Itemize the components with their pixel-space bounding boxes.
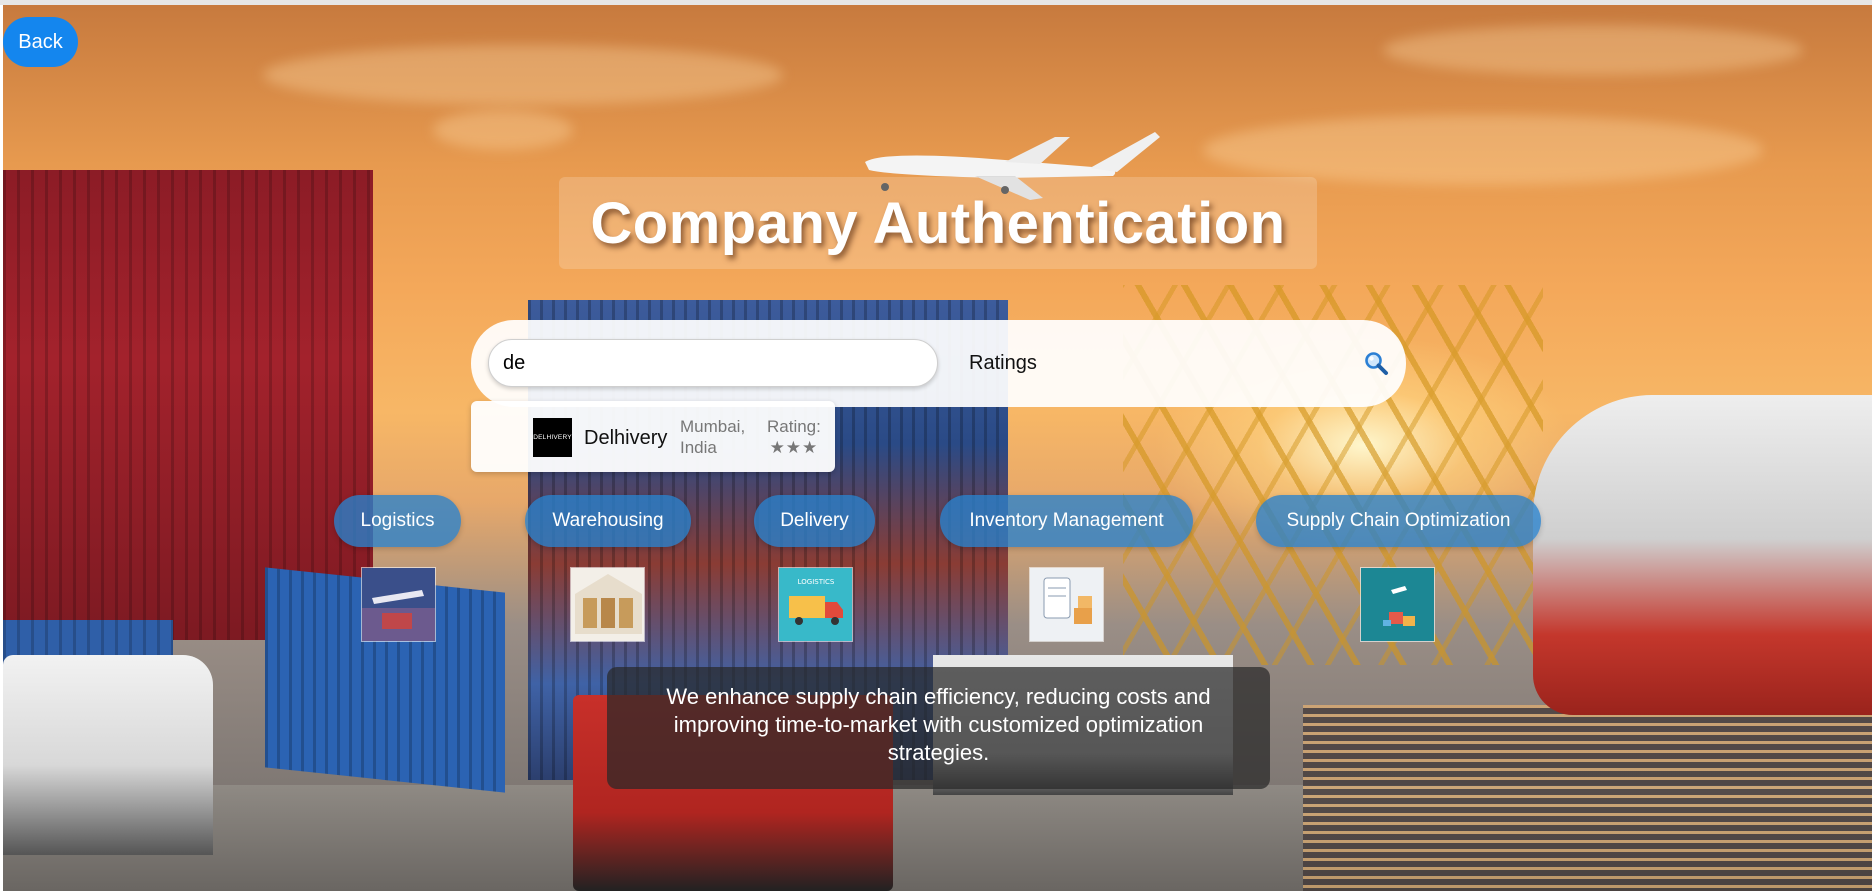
company-name: Delhivery [584,427,668,449]
rating-label: Rating: [767,417,821,436]
category-inventory-management-button[interactable]: Inventory Management [940,495,1193,547]
warehouse-image [570,567,645,642]
company-rating: Rating: ★★★ [767,416,821,458]
cloud [1203,115,1763,185]
cloud [263,45,783,105]
inventory-image [1029,567,1104,642]
category-delivery-button[interactable]: Delivery [754,495,875,547]
cloud [433,110,573,150]
category-supply-chain-optimization-button[interactable]: Supply Chain Optimization [1256,495,1541,547]
company-search-input[interactable] [488,339,938,387]
delivery-truck-image: LOGISTICS [778,567,853,642]
logistics-image [361,567,436,642]
title-banner: Company Authentication [559,177,1317,269]
supply-chain-image [1360,567,1435,642]
category-logistics-button[interactable]: Logistics [334,495,461,547]
company-logo: DELHIVERY [533,418,572,457]
truck-fleet-left [3,655,213,855]
search-suggestion-item[interactable]: DELHIVERY Delhivery Mumbai, India Rating… [471,401,835,472]
cargo-ship [1533,395,1872,715]
page-title: Company Authentication [590,190,1286,256]
search-icon[interactable] [1363,350,1389,376]
harbor-water [1303,705,1872,891]
category-warehousing-button[interactable]: Warehousing [525,495,691,547]
cloud [1383,25,1803,75]
service-description: We enhance supply chain efficiency, redu… [607,667,1270,789]
ratings-filter-label[interactable]: Ratings [969,352,1037,375]
company-location: Mumbai, India [680,417,746,457]
delivery-image-caption: LOGISTICS [798,578,835,586]
container-stack-left [3,170,373,640]
star-rating: ★★★ [769,438,819,457]
back-button[interactable]: Back [3,17,78,67]
search-panel: Ratings [471,320,1406,407]
